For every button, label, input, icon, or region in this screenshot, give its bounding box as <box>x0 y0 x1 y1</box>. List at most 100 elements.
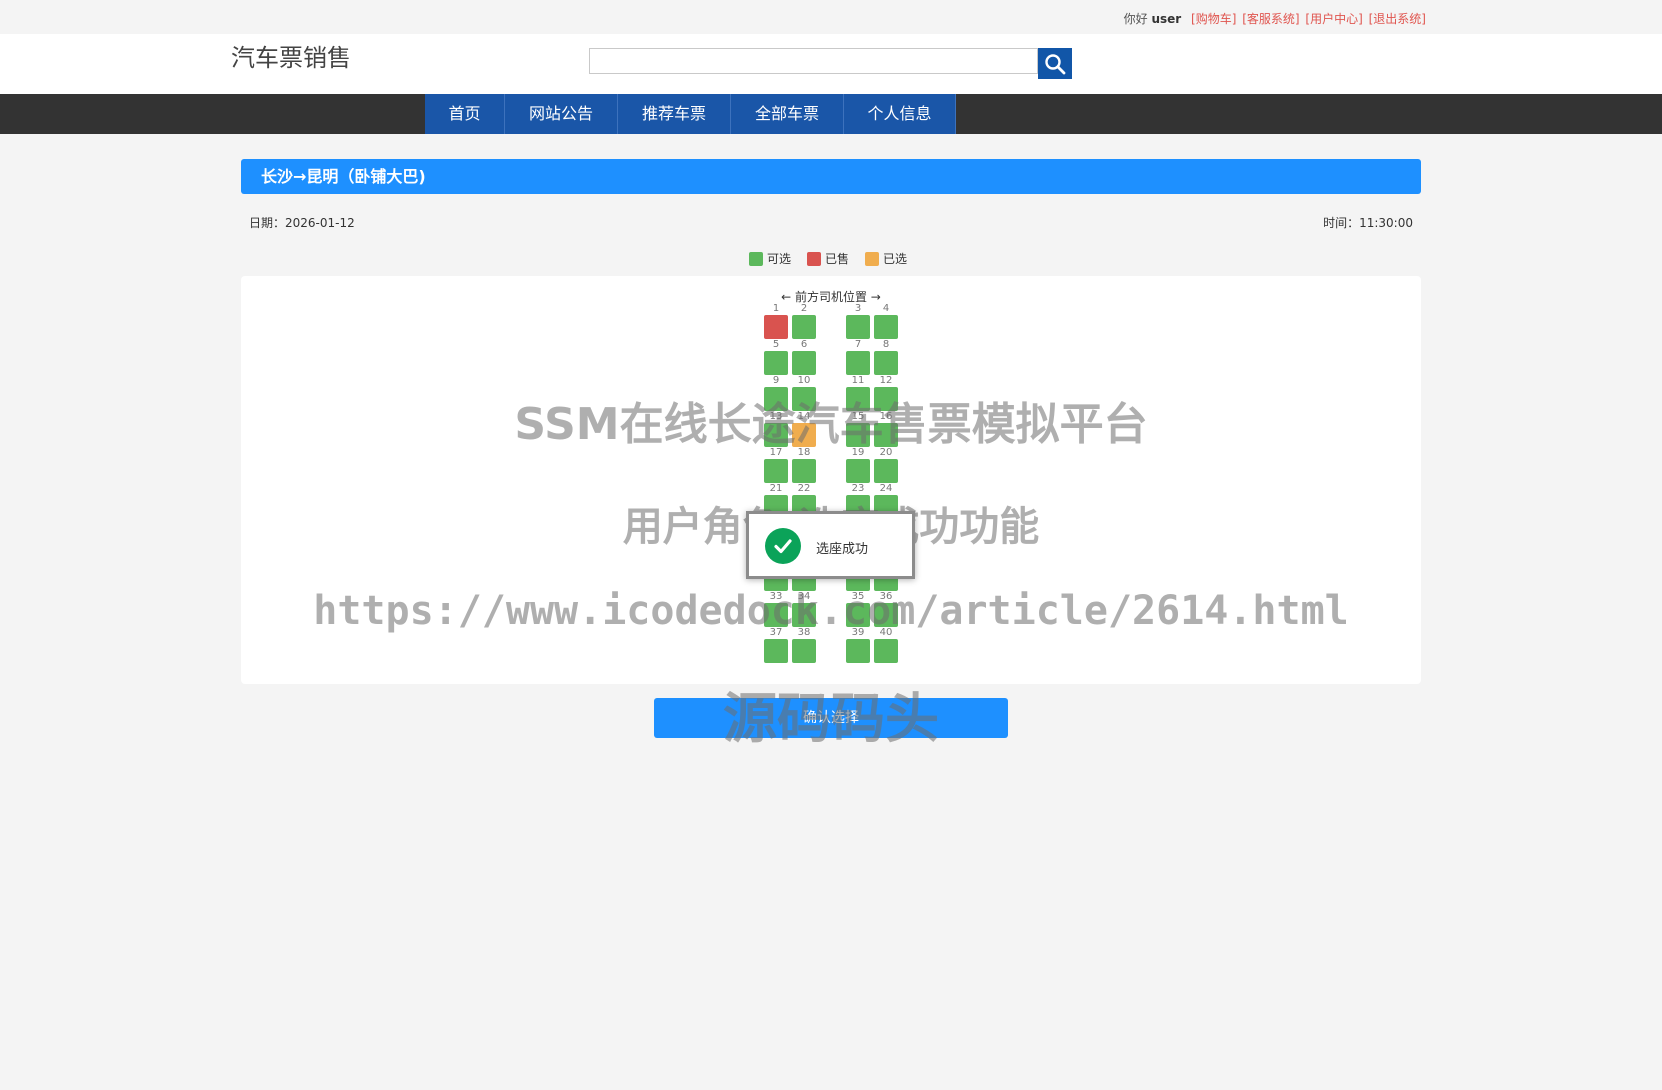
seat-number: 12 <box>879 375 893 386</box>
customer-service-link[interactable]: [客服系统] <box>1242 12 1299 26</box>
search-input[interactable] <box>589 48 1038 74</box>
seat-box <box>846 423 870 447</box>
seat-number: 21 <box>769 483 783 494</box>
seat-17[interactable]: 17 <box>764 447 788 487</box>
nav-recommended-tickets[interactable]: 推荐车票 <box>618 94 731 134</box>
seat-box <box>874 459 898 483</box>
seat-number: 38 <box>797 627 811 638</box>
seat-35[interactable]: 35 <box>846 591 870 631</box>
seat-box <box>792 639 816 663</box>
legend-label: 已选 <box>883 252 908 266</box>
seat-number: 11 <box>851 375 865 386</box>
legend-sold: 已售 <box>807 250 849 267</box>
seat-box <box>846 459 870 483</box>
seat-box <box>846 639 870 663</box>
seat-number: 14 <box>797 411 811 422</box>
seat-box <box>764 387 788 411</box>
seat-box <box>764 423 788 447</box>
seat-map: ← 前方司机位置 → 1 2 3 4 5 6 7 8 9 10 11 12 13 14 15 16 17 18 19… <box>241 276 1421 684</box>
seat-11[interactable]: 11 <box>846 375 870 415</box>
seat-15[interactable]: 15 <box>846 411 870 451</box>
legend-swatch <box>807 251 822 266</box>
seat-number: 1 <box>772 303 780 314</box>
seat-box <box>846 387 870 411</box>
seat-number: 37 <box>769 627 783 638</box>
nav-all-tickets[interactable]: 全部车票 <box>731 94 844 134</box>
username: user <box>1151 12 1182 26</box>
seat-36[interactable]: 36 <box>874 591 898 631</box>
seat-number: 33 <box>769 591 783 602</box>
seat-number: 13 <box>769 411 783 422</box>
seat-2[interactable]: 2 <box>792 303 816 343</box>
trip-time: 时间：11:30:00 <box>1323 216 1413 230</box>
confirm-selection-button[interactable]: 确认选择 <box>654 698 1008 738</box>
legend-label: 已售 <box>825 252 850 266</box>
seat-number: 40 <box>879 627 893 638</box>
seat-box <box>764 639 788 663</box>
cart-link[interactable]: [购物车] <box>1191 12 1236 26</box>
user-center-link[interactable]: [用户中心] <box>1305 12 1362 26</box>
trip-title: 长沙→昆明（卧铺大巴) <box>241 159 1421 194</box>
seat-1: 1 <box>764 303 788 343</box>
seat-number: 3 <box>854 303 862 314</box>
legend-label: 可选 <box>767 252 792 266</box>
seat-13[interactable]: 13 <box>764 411 788 451</box>
seat-box <box>792 459 816 483</box>
seat-4[interactable]: 4 <box>874 303 898 343</box>
seat-number: 8 <box>882 339 890 350</box>
seat-9[interactable]: 9 <box>764 375 788 415</box>
seat-20[interactable]: 20 <box>874 447 898 487</box>
seat-39[interactable]: 39 <box>846 627 870 667</box>
seat-legend: 可选 已售 已选 <box>749 250 923 267</box>
header: 汽车票销售 <box>0 34 1662 94</box>
seat-7[interactable]: 7 <box>846 339 870 379</box>
seat-6[interactable]: 6 <box>792 339 816 379</box>
seat-box <box>846 603 870 627</box>
top-bar: 你好 user [购物车] [客服系统] [用户中心] [退出系统] <box>0 0 1662 34</box>
seat-19[interactable]: 19 <box>846 447 870 487</box>
seat-40[interactable]: 40 <box>874 627 898 667</box>
seat-number: 23 <box>851 483 865 494</box>
nav-home[interactable]: 首页 <box>425 94 505 134</box>
seat-14[interactable]: 14 <box>792 411 816 451</box>
seat-number: 22 <box>797 483 811 494</box>
seat-38[interactable]: 38 <box>792 627 816 667</box>
site-logo[interactable]: 汽车票销售 <box>231 38 351 73</box>
legend-swatch <box>749 251 763 266</box>
seat-number: 4 <box>882 303 890 314</box>
seat-37[interactable]: 37 <box>764 627 788 667</box>
seat-number: 36 <box>879 591 893 602</box>
search-icon <box>1045 53 1066 74</box>
seat-box <box>764 459 788 483</box>
seat-33[interactable]: 33 <box>764 591 788 631</box>
seat-box <box>764 351 788 375</box>
seat-box <box>792 351 816 375</box>
seat-number: 15 <box>851 411 865 422</box>
seat-box <box>846 315 870 339</box>
seat-34[interactable]: 34 <box>792 591 816 631</box>
seat-8[interactable]: 8 <box>874 339 898 379</box>
seat-16[interactable]: 16 <box>874 411 898 451</box>
seat-12[interactable]: 12 <box>874 375 898 415</box>
seat-box <box>846 351 870 375</box>
seat-box <box>792 315 816 339</box>
main-nav: 首页 网站公告 推荐车票 全部车票 个人信息 <box>0 94 1662 134</box>
seat-10[interactable]: 10 <box>792 375 816 415</box>
seat-box <box>874 639 898 663</box>
seat-box <box>874 423 898 447</box>
seat-number: 10 <box>797 375 811 386</box>
seat-box <box>792 603 816 627</box>
search-button[interactable] <box>1038 48 1072 79</box>
seat-box <box>764 603 788 627</box>
seat-18[interactable]: 18 <box>792 447 816 487</box>
nav-announcements[interactable]: 网站公告 <box>505 94 618 134</box>
seat-number: 39 <box>851 627 865 638</box>
legend-swatch <box>865 251 880 266</box>
logout-link[interactable]: [退出系统] <box>1369 12 1426 26</box>
nav-profile[interactable]: 个人信息 <box>844 94 956 134</box>
seat-3[interactable]: 3 <box>846 303 870 343</box>
greeting-text: 你好 <box>1123 12 1148 26</box>
seat-5[interactable]: 5 <box>764 339 788 379</box>
seat-number: 18 <box>797 447 811 458</box>
seat-number: 24 <box>879 483 893 494</box>
